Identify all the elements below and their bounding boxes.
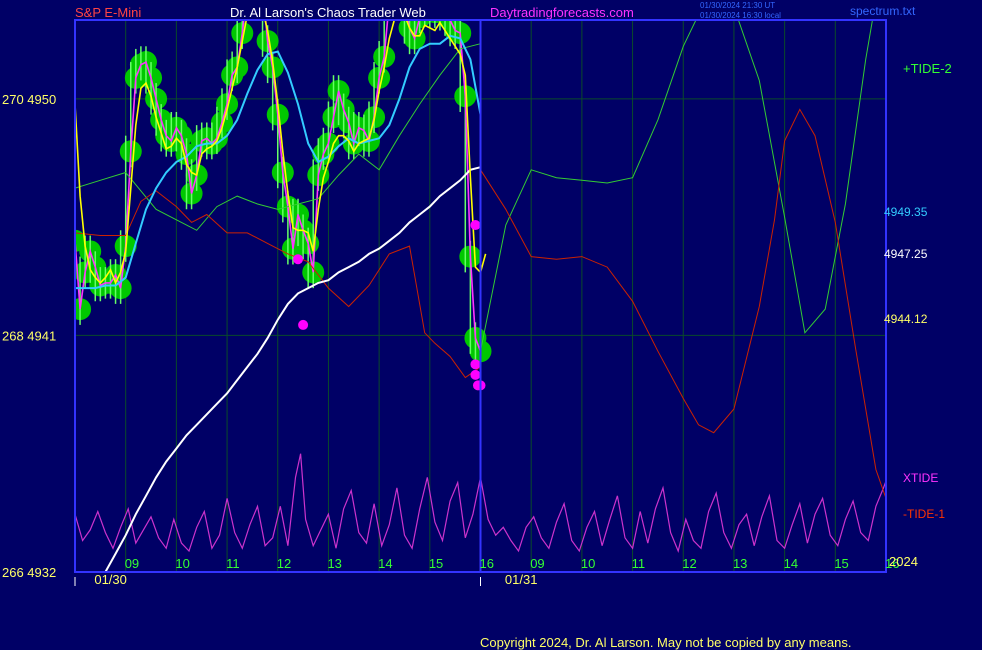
date-label: 01/30 — [94, 572, 127, 587]
x-tick-label: 12 — [277, 556, 291, 571]
x-tick-label: 15 — [429, 556, 443, 571]
magenta-signal-dot — [293, 254, 304, 265]
x-tick-label: 10 — [175, 556, 189, 571]
magenta-signal-dot — [470, 220, 481, 231]
chart-frame — [74, 19, 887, 573]
year-label: 2024 — [889, 554, 918, 569]
x-tick-label: 14 — [784, 556, 798, 571]
date-label: 01/31 — [505, 572, 538, 587]
x-tick-label: 13 — [733, 556, 747, 571]
yellow-value-label: 4944.12 — [884, 312, 928, 326]
xtide-label: XTIDE — [903, 471, 938, 485]
price-glow-point — [388, 0, 410, 10]
magenta-signal-dot — [470, 359, 481, 370]
tide-plus-line — [480, 20, 873, 352]
x-tick-label: 10 — [581, 556, 595, 571]
price-glow-point — [393, 0, 415, 15]
x-tick-label: 15 — [834, 556, 848, 571]
magenta-signal-dot — [298, 319, 309, 330]
x-tick-label: 14 — [378, 556, 392, 571]
magenta-signal-dot — [470, 369, 481, 380]
x-tick-label: 16 — [480, 556, 494, 571]
y-tick-label: 270 4950 — [2, 92, 56, 107]
price-glow-point — [378, 0, 400, 13]
cyan-value-label: 4949.35 — [884, 205, 928, 219]
x-tick-label: 11 — [632, 556, 646, 571]
price-glow-point — [236, 0, 258, 2]
xtide-series — [75, 453, 886, 553]
x-tick-label: 13 — [327, 556, 341, 571]
price-glow-point — [429, 0, 451, 18]
white-value-label: 4947.25 — [884, 247, 928, 261]
tide-plus-label: +TIDE-2 — [903, 61, 952, 76]
x-tick-label: 09 — [530, 556, 544, 571]
xtide-line — [75, 453, 886, 553]
x-tick-label: 12 — [682, 556, 696, 571]
chaos-chart: 270 4950 268 4941 266 4932 09 10 11 12 13 14 15 16… — [2, 0, 952, 587]
price-glow-point — [421, 20, 428, 21]
x-tick-label: 11 — [226, 556, 240, 571]
y-tick-label: 266 4932 — [2, 565, 56, 580]
copyright-footer: Copyright 2024, Dr. Al Larson. May not b… — [480, 635, 852, 650]
tide-minus-line — [480, 108, 886, 499]
x-tick-label: 09 — [125, 556, 139, 571]
axis-labels: 270 4950 268 4941 266 4932 09 10 11 12 13 14 15 16… — [2, 61, 952, 587]
indicator-lines — [75, 20, 886, 572]
y-tick-label: 268 4941 — [2, 328, 56, 343]
price-glow-point — [426, 20, 434, 21]
tide-minus-label: -TIDE-1 — [903, 507, 945, 521]
